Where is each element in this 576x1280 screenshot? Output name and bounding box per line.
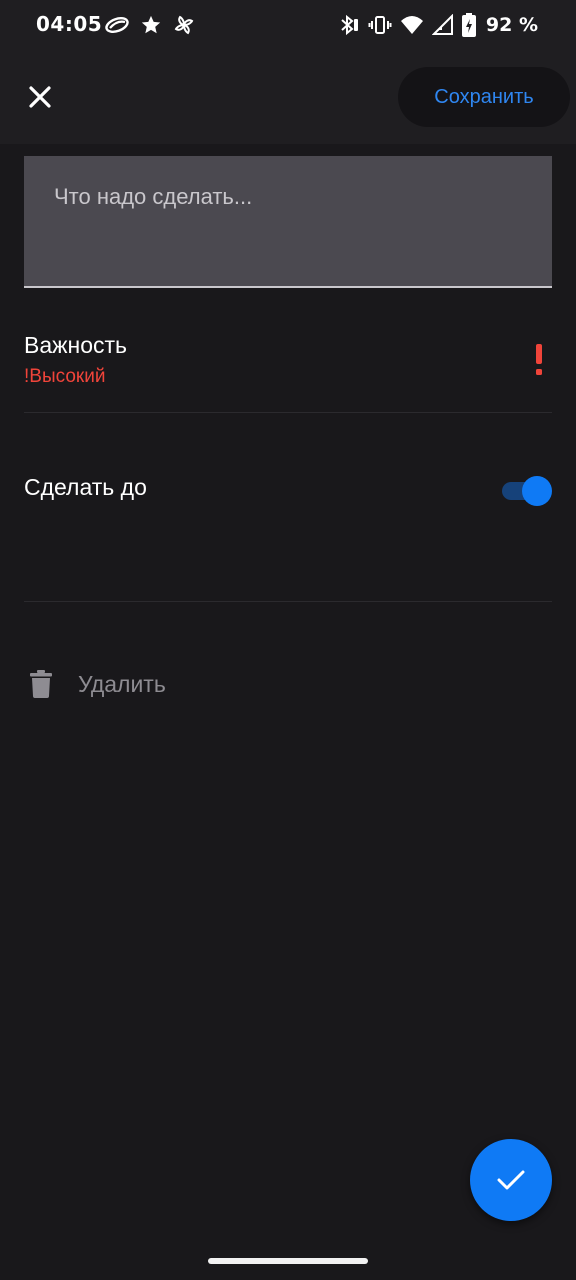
home-indicator[interactable] — [208, 1258, 368, 1264]
importance-row[interactable]: Важность !Высокий — [24, 318, 552, 413]
star-icon — [141, 15, 161, 34]
confirm-fab[interactable] — [470, 1139, 552, 1221]
task-input-placeholder: Что надо сделать... — [54, 184, 253, 209]
close-icon — [29, 86, 51, 108]
deadline-row: Сделать до — [24, 412, 552, 602]
signal-icon — [431, 14, 453, 35]
importance-title: Важность — [24, 332, 128, 358]
status-left-icons — [104, 13, 196, 37]
status-right-icons: 92 % — [336, 13, 538, 37]
deadline-title: Сделать до — [24, 474, 147, 500]
app-notification-icon — [105, 17, 129, 33]
delete-button[interactable]: Удалить — [24, 652, 324, 716]
deadline-toggle[interactable] — [500, 476, 552, 506]
screen: 04:05 92 % Сохранить Что надо сделать...… — [0, 0, 576, 1280]
battery-icon — [461, 13, 476, 37]
vibrate-icon — [368, 16, 392, 34]
close-button[interactable] — [18, 75, 62, 119]
delete-label: Удалить — [78, 671, 166, 697]
status-bar: 04:05 92 % — [0, 0, 576, 50]
save-button[interactable]: Сохранить — [398, 67, 570, 127]
task-input[interactable]: Что надо сделать... — [24, 156, 552, 288]
exclamation-icon — [536, 344, 542, 375]
battery-percentage: 92 % — [485, 14, 538, 36]
importance-value: !Высокий — [24, 366, 106, 387]
fan-icon — [174, 15, 194, 35]
top-app-bar: Сохранить — [0, 50, 576, 144]
checkmark-icon — [497, 1170, 525, 1190]
bluetooth-icon — [341, 14, 358, 36]
status-time: 04:05 — [36, 12, 103, 36]
trash-icon — [30, 670, 52, 698]
toggle-thumb — [522, 476, 552, 506]
wifi-icon — [400, 16, 423, 34]
